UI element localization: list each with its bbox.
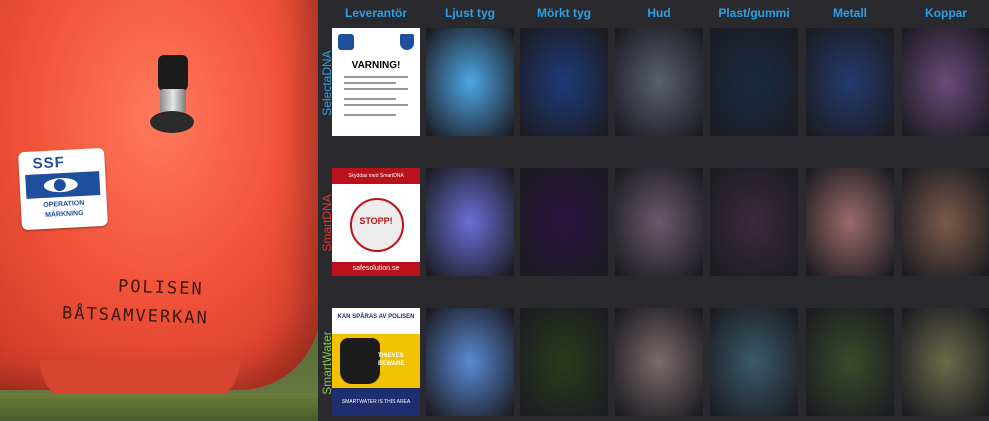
poster-header: Skyddas med SmartDNA <box>332 168 420 184</box>
column-header: Mörkt tyg <box>537 6 591 20</box>
light-fabric-uv-sample <box>426 168 514 276</box>
metal-uv-sample <box>806 28 894 136</box>
plastic-rubber-uv-sample <box>710 28 798 136</box>
supplier-poster: KAN SPÅRAS AV POLISEN THIEVES BEWARE SMART… <box>332 308 420 416</box>
skin-uv-sample <box>615 168 703 276</box>
skin-uv-sample <box>615 308 703 416</box>
column-header: Hud <box>647 6 671 20</box>
supplier-poster: VARNING! <box>332 28 420 136</box>
poster-stop-text: STOPP! <box>359 216 393 226</box>
ssf-sticker: SSF OPERATION MÄRKNING <box>18 147 108 231</box>
composite-image: SSF OPERATION MÄRKNING POLISEN BÅTSAMVER… <box>0 0 989 421</box>
marker-text-line1: POLISEN <box>117 276 204 300</box>
supplier-poster: Skyddas med SmartDNA STOPP! safesolution.s… <box>332 168 420 276</box>
poster-header: KAN SPÅRAS AV POLISEN <box>337 314 415 320</box>
skin-uv-sample <box>615 28 703 136</box>
poster-title: VARNING! <box>351 60 401 71</box>
tank-valve <box>150 55 194 135</box>
column-header: Metall <box>832 6 867 20</box>
sticker-line2: MÄRKNING <box>44 209 84 219</box>
boat-fuel-tank-photo: SSF OPERATION MÄRKNING POLISEN BÅTSAMVER… <box>0 0 318 421</box>
plastic-rubber-uv-sample <box>710 168 798 276</box>
hand-icon <box>340 338 380 384</box>
dark-fabric-uv-sample <box>520 28 608 136</box>
copper-uv-sample <box>902 308 989 416</box>
light-fabric-uv-sample <box>426 28 514 136</box>
poster-thieves-text: THIEVES BEWARE <box>378 353 405 367</box>
sticker-brand: SSF <box>32 153 66 173</box>
copper-uv-sample <box>902 28 989 136</box>
metal-uv-sample <box>806 168 894 276</box>
poster-footer: safesolution.se <box>332 262 420 276</box>
dark-fabric-uv-sample <box>520 168 608 276</box>
marking-comparison-grid: Leverantör Ljust tyg Mörkt tyg Hud Plast/gum… <box>318 0 989 421</box>
poster-footer: SMARTWATER IS THIS AREA <box>332 388 420 416</box>
column-header: Koppar <box>925 6 967 20</box>
plastic-rubber-uv-sample <box>710 308 798 416</box>
column-header: Leverantör <box>344 6 408 20</box>
metal-uv-sample <box>806 308 894 416</box>
column-header: Plast/gummi <box>718 6 790 20</box>
grass <box>0 393 318 421</box>
dark-fabric-uv-sample <box>520 308 608 416</box>
light-fabric-uv-sample <box>426 308 514 416</box>
copper-uv-sample <box>902 168 989 276</box>
column-header: Ljust tyg <box>445 6 495 20</box>
